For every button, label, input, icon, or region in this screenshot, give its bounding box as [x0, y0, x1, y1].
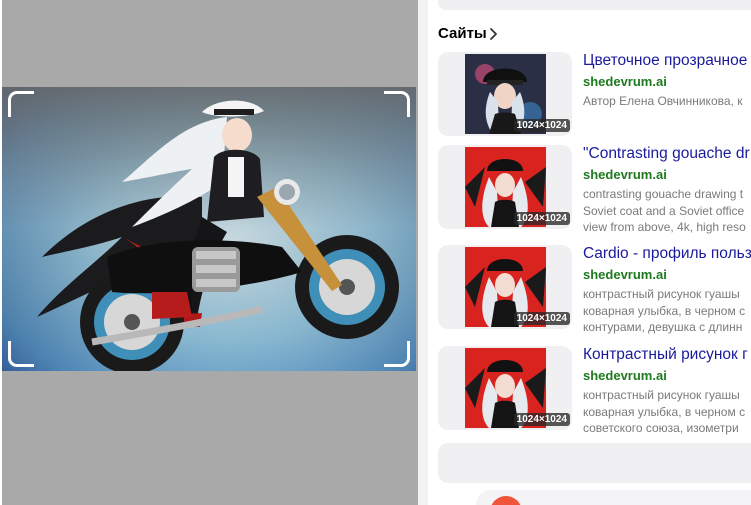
result-item[interactable]: 1024×1024 Cardio - профиль польз shedevr…: [438, 245, 751, 334]
size-badge: 1024×1024: [513, 413, 570, 426]
sites-section-title[interactable]: Сайты: [438, 25, 499, 42]
image-preview-panel: [0, 0, 418, 505]
preview-image[interactable]: [2, 87, 416, 371]
result-item[interactable]: 1024×1024 Контрастный рисунок г shedevru…: [438, 346, 751, 435]
result-host-link[interactable]: shedevrum.ai: [583, 368, 667, 383]
result-snippet: contrasting gouache drawing t Soviet coa…: [583, 186, 746, 236]
snippet-line: коварная улыбка, в черном с: [583, 404, 746, 419]
result-item[interactable]: 1024×1024 Цветочное прозрачное shedevrum…: [438, 52, 751, 136]
result-thumbnail[interactable]: 1024×1024: [438, 346, 572, 430]
result-title-link[interactable]: Cardio - профиль польз: [583, 245, 751, 263]
result-title-link[interactable]: "Contrasting gouache dr: [583, 145, 750, 163]
result-snippet: контрастный рисунок гуашы коварная улыбк…: [583, 286, 745, 336]
crop-handle-top-left[interactable]: [8, 91, 34, 117]
snippet-line: контрастный рисунок гуашы: [583, 388, 740, 402]
sites-section-label: Сайты: [438, 25, 487, 42]
result-thumbnail[interactable]: 1024×1024: [438, 52, 572, 136]
snippet-line: contrasting gouache drawing t: [583, 187, 744, 201]
snippet-line: советского союза, изометри: [583, 421, 739, 435]
top-results-bar: [438, 0, 751, 10]
result-host-link[interactable]: shedevrum.ai: [583, 167, 667, 182]
snippet-line: view from above, 4k, high reso: [583, 220, 746, 234]
result-title-link[interactable]: Контрастный рисунок г: [583, 346, 748, 364]
snippet-line: Автор Елена Овчинникова, к: [583, 94, 743, 108]
size-badge: 1024×1024: [513, 312, 570, 325]
result-item[interactable]: 1024×1024 "Contrasting gouache dr shedev…: [438, 145, 751, 234]
result-title-link[interactable]: Цветочное прозрачное: [583, 52, 747, 70]
chevron-right-icon: [489, 27, 497, 40]
crop-handle-top-right[interactable]: [384, 91, 410, 117]
result-thumbnail[interactable]: 1024×1024: [438, 245, 572, 329]
snippet-line: контрастный рисунок гуашы: [583, 287, 740, 301]
result-snippet: Автор Елена Овчинникова, к: [583, 93, 742, 110]
size-badge: 1024×1024: [513, 212, 570, 225]
panel-divider: [418, 0, 428, 505]
result-host-link[interactable]: shedevrum.ai: [583, 74, 667, 89]
crop-handle-bottom-left[interactable]: [8, 341, 34, 367]
snippet-line: Soviet coat and a Soviet office: [583, 203, 745, 218]
result-host-link[interactable]: shedevrum.ai: [583, 267, 667, 282]
results-panel: Сайты 1024×1024 Цветочное прозрачное she…: [428, 0, 751, 505]
result-snippet: контрастный рисунок гуашы коварная улыбк…: [583, 387, 745, 437]
anime-motorcycle-rider-image: [2, 87, 416, 371]
image-search-page: Сайты 1024×1024 Цветочное прозрачное she…: [0, 0, 751, 505]
size-badge: 1024×1024: [513, 119, 570, 132]
show-more-button[interactable]: [438, 443, 751, 483]
crop-handle-bottom-right[interactable]: [384, 341, 410, 367]
snippet-line: контурами, девушка с длинн: [583, 320, 743, 334]
result-thumbnail[interactable]: 1024×1024: [438, 145, 572, 229]
snippet-line: коварная улыбка, в черном с: [583, 303, 746, 318]
